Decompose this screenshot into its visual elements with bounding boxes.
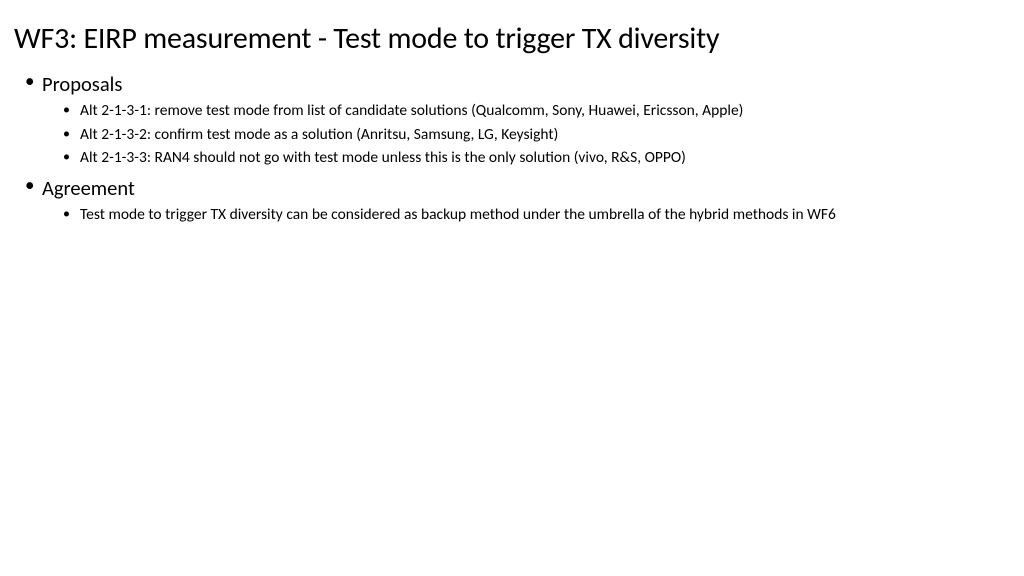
section-label: Proposals (42, 71, 1010, 98)
agreement-list: Test mode to trigger TX diversity can be… (42, 205, 1010, 226)
section-label: Agreement (42, 175, 1010, 202)
list-item: Alt 2-1-3-2: confirm test mode as a solu… (80, 125, 1010, 146)
section-agreement: Agreement Test mode to trigger TX divers… (42, 175, 1010, 226)
proposals-list: Alt 2-1-3-1: remove test mode from list … (42, 101, 1010, 170)
slide-title: WF3: EIRP measurement - Test mode to tri… (14, 20, 1010, 57)
section-proposals: Proposals Alt 2-1-3-1: remove test mode … (42, 71, 1010, 169)
list-item: Alt 2-1-3-1: remove test mode from list … (80, 101, 1010, 122)
list-item: Test mode to trigger TX diversity can be… (80, 205, 1010, 226)
list-item: Alt 2-1-3-3: RAN4 should not go with tes… (80, 148, 1010, 169)
content-list: Proposals Alt 2-1-3-1: remove test mode … (14, 71, 1010, 226)
